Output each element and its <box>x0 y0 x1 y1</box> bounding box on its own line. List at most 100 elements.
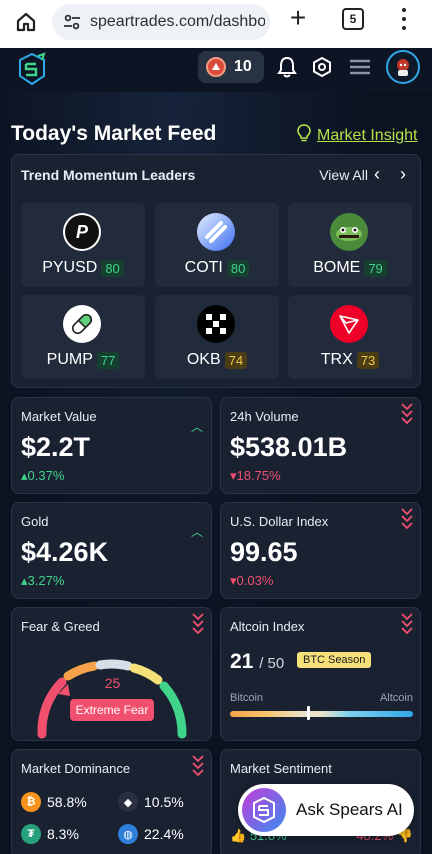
coin-symbol: TRX <box>320 351 353 368</box>
fear-greed-card[interactable]: Fear & Greed 25 Extreme Fear <box>11 607 212 741</box>
pyusd-icon: P <box>63 213 101 251</box>
usd-index-card[interactable]: U.S. Dollar Index 99.65 ▾0.03% <box>220 502 421 599</box>
pump-icon <box>63 305 101 343</box>
stat-label: 24h Volume <box>230 409 299 424</box>
address-bar[interactable]: speartrades.com/dashboa <box>52 4 270 40</box>
ask-spears-ai-label: Ask Spears AI <box>296 800 403 819</box>
market-insight-link[interactable]: Market Insight <box>297 124 417 147</box>
coin-tile-trx[interactable]: TRX 73 <box>288 295 412 379</box>
stat-label: Market Sentiment <box>230 761 332 776</box>
coti-icon <box>197 213 235 251</box>
btc-icon: ₿ <box>21 792 41 812</box>
hamburger-menu-icon[interactable] <box>347 54 373 80</box>
chevron-right-icon[interactable]: › <box>394 163 412 185</box>
trend-up-icon: ︿ <box>190 525 203 539</box>
coin-symbol: OKB <box>186 351 221 368</box>
browser-menu-icon[interactable] <box>396 6 412 32</box>
altcoin-index-card[interactable]: Altcoin Index 21 / 50 BTC Season Bitcoin… <box>220 607 421 741</box>
rank-icon <box>206 57 226 77</box>
dominance-item-others: ◍ 22.4% <box>118 824 184 844</box>
coin-symbol: BOME <box>313 259 361 276</box>
stat-value: 99.65 <box>230 537 298 567</box>
stat-value: $538.01B <box>230 432 348 462</box>
okb-icon <box>197 305 235 343</box>
season-badge: BTC Season <box>297 652 372 668</box>
stat-change: ▴0.37% <box>21 468 65 483</box>
coin-tile-coti[interactable]: COTI 80 <box>155 203 279 287</box>
trend-down-icon <box>400 402 414 426</box>
stat-label: U.S. Dollar Index <box>230 514 329 529</box>
momentum-score: 80 <box>226 259 250 277</box>
momentum-score: 77 <box>96 351 120 369</box>
trend-card-title: Trend Momentum Leaders <box>21 167 196 183</box>
momentum-score: 73 <box>356 351 380 369</box>
bome-icon <box>330 213 368 251</box>
eth-icon: ◆ <box>118 792 138 812</box>
points-badge[interactable]: 10 <box>198 51 264 83</box>
tab-switcher-button[interactable]: 5 <box>342 8 364 30</box>
trend-down-icon <box>400 612 414 636</box>
stat-label: Market Value <box>21 409 97 424</box>
coin-tile-pyusd[interactable]: P PYUSD 80 <box>21 203 145 287</box>
altcoin-season-bar <box>230 711 413 717</box>
settings-hexagon-icon[interactable] <box>309 54 335 80</box>
stat-label: Gold <box>21 514 49 529</box>
coin-tile-pump[interactable]: PUMP 77 <box>21 295 145 379</box>
stat-change: ▾18.75% <box>230 468 281 483</box>
altcoin-marker <box>307 706 310 720</box>
usdt-icon: ₮ <box>21 824 41 844</box>
new-tab-icon[interactable]: + <box>286 4 310 32</box>
coin-symbol: COTI <box>184 259 223 276</box>
home-icon[interactable] <box>12 8 40 36</box>
ask-spears-ai-button[interactable]: Ask Spears AI <box>238 784 414 836</box>
momentum-score: 80 <box>101 259 124 277</box>
bitcoin-label: Bitcoin <box>230 692 264 704</box>
market-dominance-card[interactable]: Market Dominance ₿ 58.8% ◆ 10.5% ₮ 8.3% … <box>11 749 212 854</box>
fear-greed-status-badge: Extreme Fear <box>70 699 154 721</box>
stat-change: ▴3.27% <box>21 573 65 588</box>
dominance-item-eth: ◆ 10.5% <box>118 792 184 812</box>
trend-up-icon: ︿ <box>190 420 203 434</box>
page-title: Today's Market Feed <box>11 122 217 145</box>
coin-tile-bome[interactable]: BOME 79 <box>288 203 412 287</box>
spears-logo-icon[interactable] <box>16 52 48 86</box>
app-header: 10 <box>0 48 432 92</box>
volume-card[interactable]: 24h Volume $538.01B ▾18.75% <box>220 397 421 494</box>
stat-label: Market Dominance <box>21 761 131 776</box>
trend-momentum-card: Trend Momentum Leaders View All ‹ › P PY… <box>11 154 421 388</box>
spears-ai-icon <box>242 788 286 832</box>
market-value-card[interactable]: Market Value ︿ $2.2T ▴0.37% <box>11 397 212 494</box>
stat-change: ▾0.03% <box>230 573 274 588</box>
coin-tile-okb[interactable]: OKB 74 <box>155 295 279 379</box>
stat-value: $4.26K <box>21 537 109 567</box>
coin-symbol: PUMP <box>46 351 93 368</box>
trend-down-icon <box>191 754 205 778</box>
market-insight-label: Market Insight <box>317 126 418 144</box>
dominance-item-btc: ₿ 58.8% <box>21 792 87 812</box>
dashboard-main: Today's Market Feed Market Insight Trend… <box>0 92 432 854</box>
fear-greed-value: 25 <box>104 675 121 691</box>
momentum-score: 74 <box>224 351 248 369</box>
points-value: 10 <box>234 58 252 75</box>
altcoin-index-value: 21 / 50 <box>230 650 285 673</box>
site-settings-icon[interactable] <box>62 12 82 32</box>
url-text: speartrades.com/dashboa <box>90 13 265 30</box>
bell-icon[interactable] <box>274 54 300 80</box>
view-all-link[interactable]: View All <box>319 167 368 183</box>
stat-label: Altcoin Index <box>230 619 305 634</box>
browser-toolbar: speartrades.com/dashboa + 5 <box>0 0 432 48</box>
globe-icon: ◍ <box>118 824 138 844</box>
gold-card[interactable]: Gold ︿ $4.26K ▴3.27% <box>11 502 212 599</box>
trx-icon <box>330 305 368 343</box>
altcoin-label: Altcoin <box>379 692 413 704</box>
altcoin-bar-labels: Bitcoin Altcoin <box>230 692 413 704</box>
user-avatar[interactable] <box>386 50 420 84</box>
stat-value: $2.2T <box>21 432 91 462</box>
lightbulb-icon <box>297 124 311 147</box>
dominance-item-usdt: ₮ 8.3% <box>21 824 79 844</box>
trend-down-icon <box>400 507 414 531</box>
coin-symbol: PYUSD <box>42 259 98 276</box>
fear-greed-gauge <box>32 644 192 744</box>
chevron-left-icon[interactable]: ‹ <box>368 163 386 185</box>
momentum-score: 79 <box>364 259 387 277</box>
